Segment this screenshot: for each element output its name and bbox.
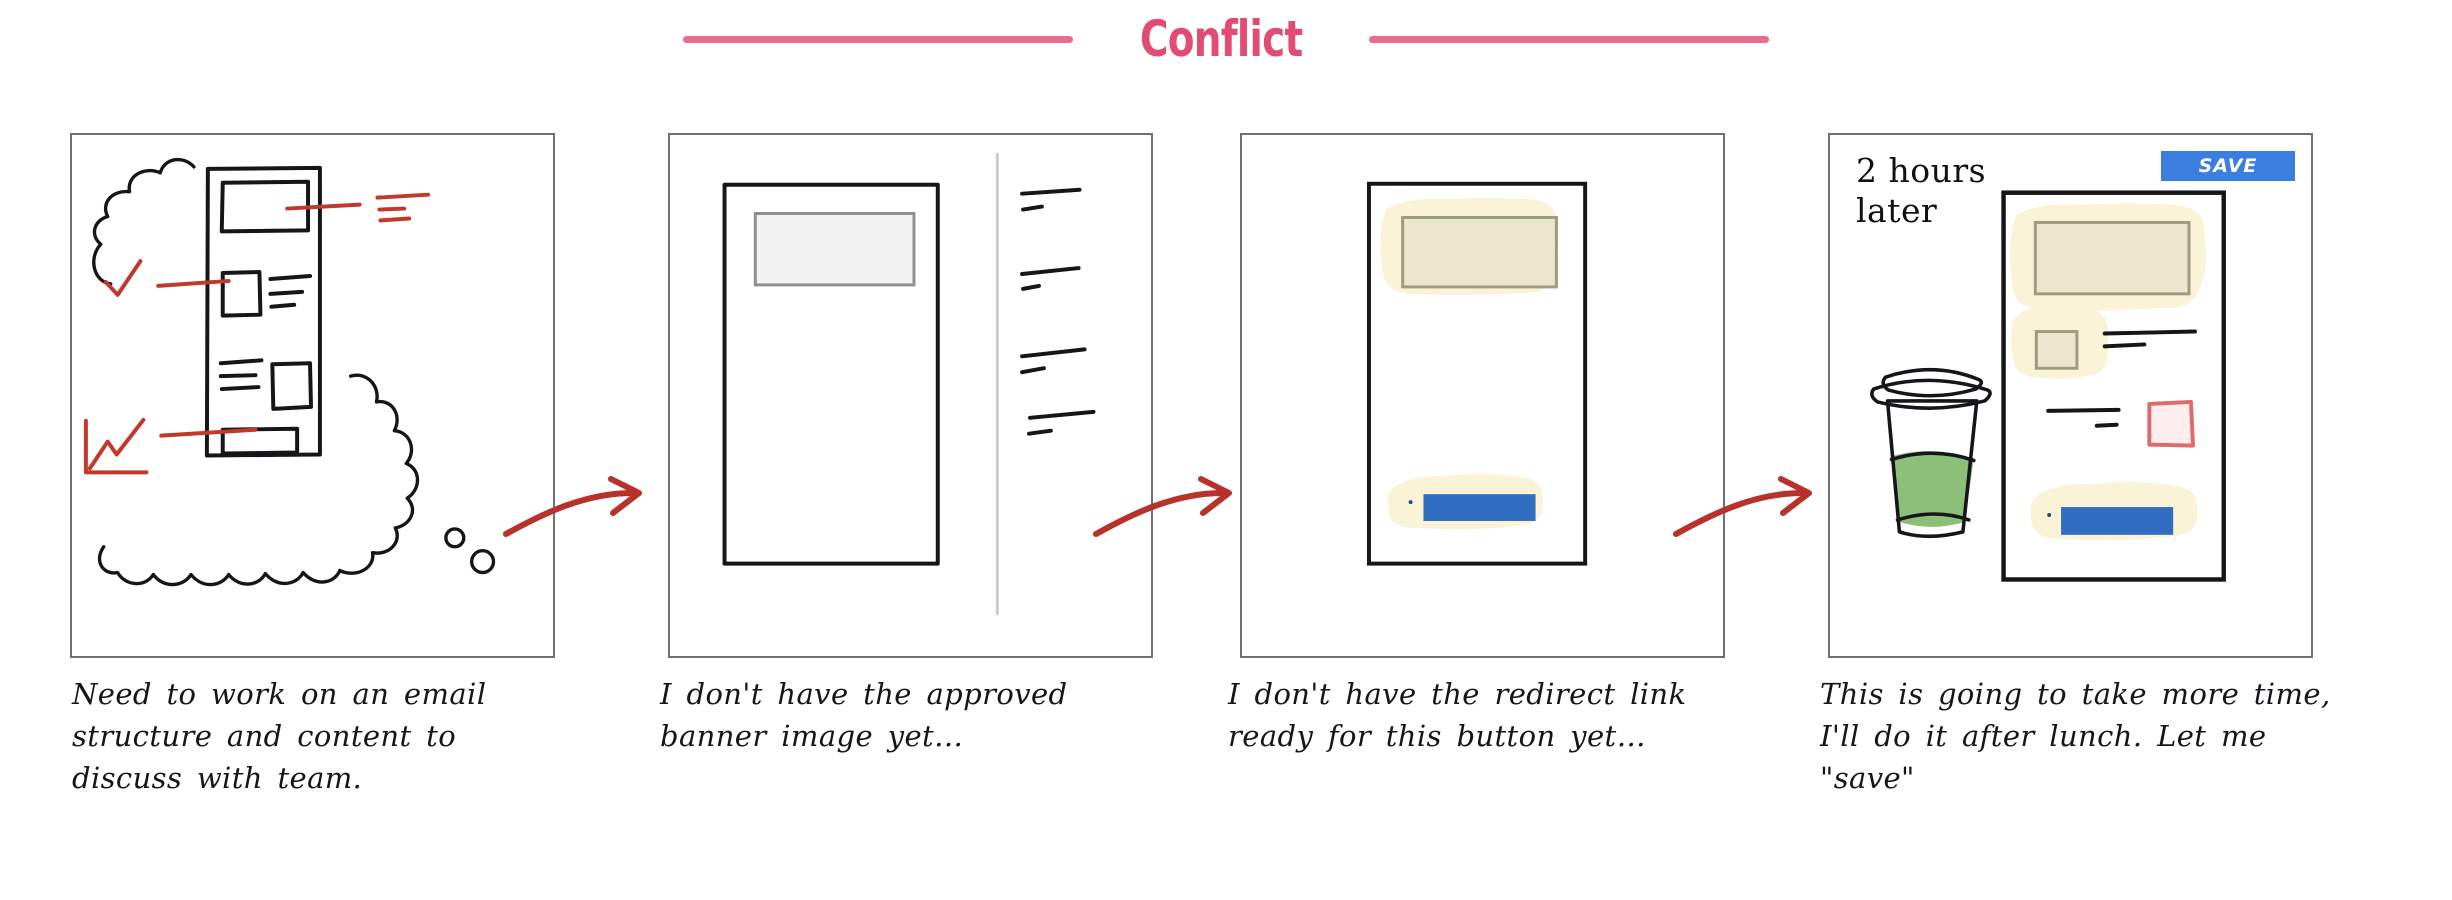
arrow-panel-1-to-2 <box>500 468 670 558</box>
text-lines-middle <box>2046 407 2121 428</box>
cta-button-block <box>1423 494 1536 521</box>
text-lines-top <box>2102 329 2197 349</box>
pink-block <box>2147 399 2195 448</box>
arrow-panel-3-to-4 <box>1670 468 1840 558</box>
banner-block <box>1401 215 1558 289</box>
header-rule-left <box>682 35 1073 43</box>
storyboard-panel-1 <box>70 133 555 658</box>
coffee-cup-icon <box>1870 367 1992 539</box>
cursor-dot <box>2047 513 2052 517</box>
panel-1-caption: Need to work on an email structure and c… <box>72 677 487 796</box>
arrow-panel-2-to-3 <box>1090 468 1260 558</box>
panel-4-artwork <box>1870 190 2226 582</box>
annotation-check-icon <box>103 259 143 297</box>
cursor-dot <box>1408 500 1413 505</box>
panel-4-caption: This is going to take more time, I'll do… <box>1820 677 2331 796</box>
section-header: Conflict <box>0 0 2452 78</box>
panel-2-artwork <box>722 153 1096 616</box>
storyboard-panel-4: 2 hours later SAVE <box>1828 133 2313 658</box>
email-wireframe <box>204 165 322 458</box>
header-rule-right <box>1369 35 1770 43</box>
cta-button-block <box>2061 507 2174 535</box>
annotation-leader-line-top <box>285 202 362 211</box>
panel-3-artwork <box>1366 181 1588 566</box>
panel-1-artwork <box>83 157 496 587</box>
storyboard-panel-2 <box>668 133 1153 658</box>
properties-sidebar <box>1020 187 1096 436</box>
storyboard-strip: 2 hours later SAVE Need to work on an em… <box>0 78 2452 900</box>
annotation-leader-line-middle <box>156 278 231 288</box>
banner-placeholder <box>753 212 916 287</box>
banner-block <box>2033 220 2191 296</box>
image-block <box>2034 330 2079 370</box>
page-title: Conflict <box>1139 10 1303 68</box>
annotation-text-lines-icon <box>375 192 431 223</box>
panel-2-caption: I don't have the approved banner image y… <box>660 677 1068 754</box>
thought-cloud-icon <box>92 157 496 587</box>
storyboard-panel-3 <box>1240 133 1725 658</box>
panel-3-caption: I don't have the redirect link ready for… <box>1228 677 1687 754</box>
annotation-line-chart-icon <box>83 417 149 475</box>
